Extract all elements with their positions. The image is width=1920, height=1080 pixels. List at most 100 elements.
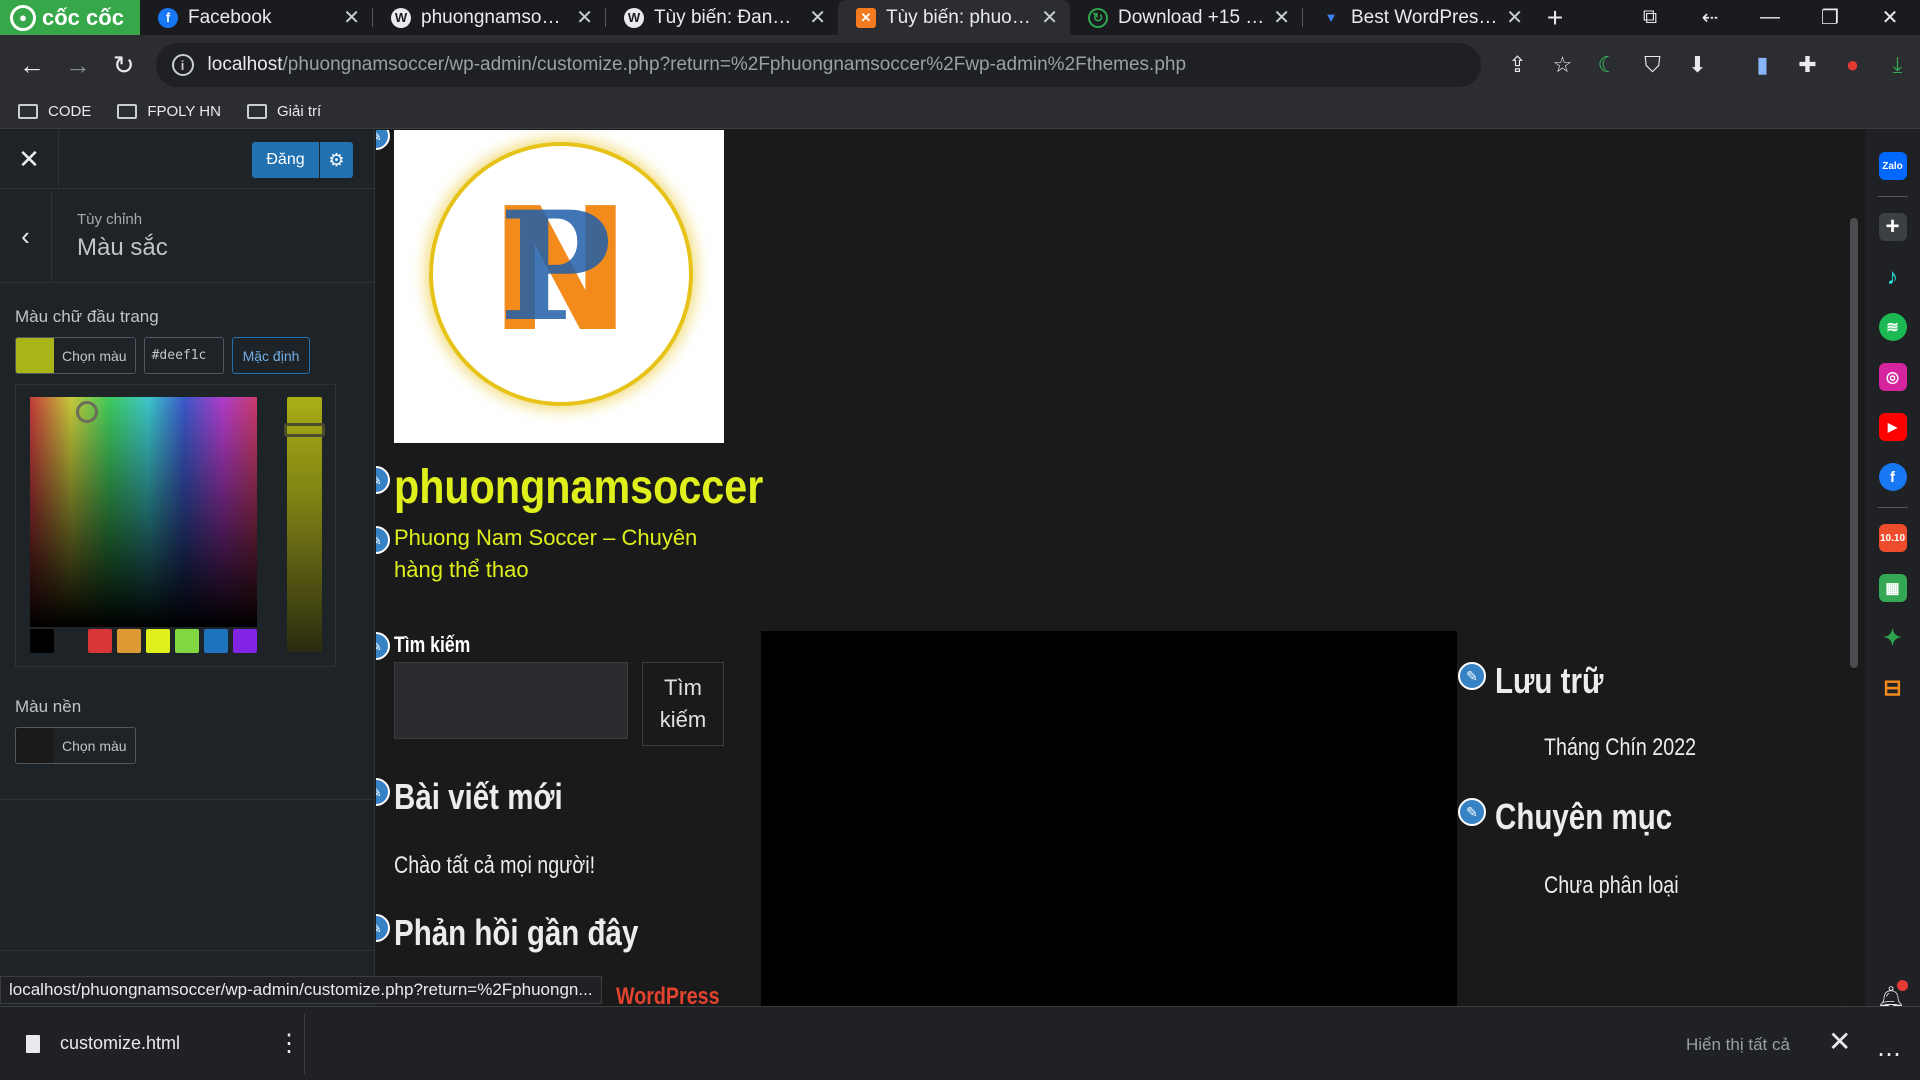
hex-color-input[interactable]: #deef1c xyxy=(143,337,224,374)
close-customizer-button[interactable]: ✕ xyxy=(0,129,59,189)
downloader-icon[interactable]: ⬇ xyxy=(1675,45,1720,85)
edit-shortcut-icon[interactable]: ✎ xyxy=(376,632,390,660)
downloads-icon[interactable]: ⤓ xyxy=(1875,45,1920,85)
back-history-icon[interactable]: ⇠ xyxy=(1680,5,1740,30)
saturation-handle[interactable] xyxy=(76,401,98,423)
edit-shortcut-icon[interactable]: ✎ xyxy=(376,466,390,494)
extensions-icon[interactable]: ✚ xyxy=(1785,45,1830,85)
address-bar[interactable]: i localhost/phuongnamsoccer/wp-admin/cus… xyxy=(155,43,1481,87)
show-all-downloads-link[interactable]: Hiển thị tất cả xyxy=(1686,1035,1790,1055)
close-icon[interactable]: ✕ xyxy=(809,5,826,30)
download-theme-icon: ↻ xyxy=(1088,7,1108,28)
tab-title: Tùy biến: Đang tải... xyxy=(654,6,801,28)
publish-button[interactable]: Đăng xyxy=(252,142,319,178)
tab-phuongnamsoccer[interactable]: W phuongnamsoccer – ✕ xyxy=(373,0,605,35)
tiktok-icon[interactable]: ♪ xyxy=(1878,263,1907,291)
coccoc-logo[interactable]: ● cốc cốc xyxy=(0,0,140,35)
forward-button[interactable]: → xyxy=(56,43,100,87)
more-options-icon[interactable]: ⋮ xyxy=(274,1029,304,1058)
edit-shortcut-icon[interactable]: ✎ xyxy=(1458,662,1486,690)
minimize-button[interactable]: — xyxy=(1740,6,1800,29)
customizer-panel: ✕ Đăng ⚙ ‹ Tùy chỉnh Màu sắc Màu chữ đầu… xyxy=(0,129,375,1006)
back-chevron-icon[interactable]: ‹ xyxy=(0,191,52,282)
reading-list-icon[interactable]: ▮ xyxy=(1740,45,1785,85)
tab-best-wordpress-themes[interactable]: ▼ Best WordPress The ✕ xyxy=(1303,0,1535,35)
recent-comments-title: Phản hồi gần đây xyxy=(394,912,639,953)
hue-slider-handle[interactable] xyxy=(284,423,325,437)
tab-search-icon[interactable]: ⧉ xyxy=(1620,6,1680,29)
palette-swatch[interactable] xyxy=(59,629,83,653)
profile-avatar[interactable]: ● xyxy=(1830,45,1875,85)
youtube-icon[interactable]: ▶ xyxy=(1878,413,1907,441)
add-icon[interactable]: + xyxy=(1878,213,1907,241)
bookmark-folder-code[interactable]: CODE xyxy=(18,103,91,120)
media-block[interactable] xyxy=(761,631,1457,1006)
palette-swatch[interactable] xyxy=(146,629,170,653)
background-color-select-button[interactable]: Chọn màu xyxy=(15,727,136,764)
site-description: Phuong Nam Soccer – Chuyên hàng thể thao xyxy=(394,525,698,582)
cart-icon[interactable]: ⊟ xyxy=(1878,674,1907,702)
partial-link-text[interactable]: WordPress xyxy=(616,983,720,1006)
tab-download-themes[interactable]: ↻ Download +15 them ✕ xyxy=(1070,0,1302,35)
shopee-icon[interactable]: 10.10 xyxy=(1878,524,1907,552)
palette-swatch[interactable] xyxy=(117,629,141,653)
shield-icon[interactable]: ⛉ xyxy=(1630,45,1675,85)
bookmark-star-icon[interactable]: ☆ xyxy=(1540,45,1585,85)
palette-swatch[interactable] xyxy=(204,629,228,653)
site-title[interactable]: phuongnamsoccer xyxy=(394,460,763,515)
game-icon[interactable]: ✦ xyxy=(1878,624,1907,652)
close-icon[interactable]: ✕ xyxy=(1506,5,1523,30)
back-button[interactable]: ← xyxy=(10,43,54,87)
sidebar-more-icon[interactable]: ⋯ xyxy=(1877,1040,1901,1069)
reload-button[interactable]: ↻ xyxy=(102,43,146,87)
current-color-swatch xyxy=(16,728,54,763)
header-color-select-button[interactable]: Chọn màu xyxy=(15,337,136,374)
spotify-icon[interactable]: ≋ xyxy=(1878,313,1907,341)
recent-post-link[interactable]: Chào tất cả mọi người! xyxy=(394,852,595,880)
category-link[interactable]: Chưa phân loại xyxy=(1544,872,1679,900)
edit-shortcut-icon[interactable]: ✎ xyxy=(376,914,390,942)
palette-swatch[interactable] xyxy=(30,629,54,653)
close-download-shelf-button[interactable]: ✕ xyxy=(1828,1025,1851,1058)
window-close-button[interactable]: ✕ xyxy=(1860,5,1920,30)
bookmark-folder-fpoly[interactable]: FPOLY HN xyxy=(117,103,221,120)
close-icon[interactable]: ✕ xyxy=(343,5,360,30)
section-title: Màu sắc xyxy=(77,234,168,261)
preview-scrollbar[interactable] xyxy=(1843,130,1865,1006)
notification-badge xyxy=(1897,980,1908,991)
tab-customizer-active[interactable]: ✕ Tùy biến: phuongna ✕ xyxy=(838,0,1070,35)
edit-shortcut-icon[interactable]: ✎ xyxy=(376,130,390,150)
tab-facebook[interactable]: f Facebook ✕ xyxy=(140,0,372,35)
close-icon[interactable]: ✕ xyxy=(1273,5,1290,30)
site-info-icon[interactable]: i xyxy=(171,54,194,76)
bookmark-label: CODE xyxy=(48,103,92,120)
facebook-icon[interactable]: f xyxy=(1878,463,1907,491)
edit-shortcut-icon[interactable]: ✎ xyxy=(376,526,390,554)
site-logo[interactable]: N P xyxy=(394,130,724,443)
dark-mode-icon[interactable]: ☾ xyxy=(1585,45,1630,85)
close-icon[interactable]: ✕ xyxy=(1041,5,1058,30)
palette-swatch[interactable] xyxy=(175,629,199,653)
edit-shortcut-icon[interactable]: ✎ xyxy=(1458,798,1486,826)
instagram-icon[interactable]: ◎ xyxy=(1878,363,1907,391)
restore-button[interactable]: ❐ xyxy=(1800,5,1860,30)
saturation-area[interactable] xyxy=(30,397,257,627)
publish-settings-gear-icon[interactable]: ⚙ xyxy=(320,142,353,178)
tab-title: Download +15 them xyxy=(1118,6,1265,28)
share-icon[interactable]: ⇪ xyxy=(1495,45,1540,85)
bookmark-folder-giai-tri[interactable]: Giải trí xyxy=(246,103,321,120)
default-color-button[interactable]: Mặc định xyxy=(231,337,311,374)
search-button[interactable]: Tìm kiếm xyxy=(642,662,724,746)
palette-swatch[interactable] xyxy=(88,629,112,653)
download-item[interactable]: customize.html ⋮ xyxy=(0,1013,305,1074)
tab-customizer-loading[interactable]: W Tùy biến: Đang tải... ✕ xyxy=(606,0,838,35)
scrollbar-thumb[interactable] xyxy=(1850,218,1858,668)
search-input[interactable] xyxy=(394,662,628,739)
archive-link[interactable]: Tháng Chín 2022 xyxy=(1544,734,1696,762)
gift-icon[interactable]: ▦ xyxy=(1878,574,1907,602)
edit-shortcut-icon[interactable]: ✎ xyxy=(376,778,390,806)
new-tab-button[interactable]: + xyxy=(1535,0,1575,35)
close-icon[interactable]: ✕ xyxy=(576,5,593,30)
zalo-icon[interactable]: Zalo xyxy=(1878,152,1907,180)
palette-swatch[interactable] xyxy=(233,629,257,653)
